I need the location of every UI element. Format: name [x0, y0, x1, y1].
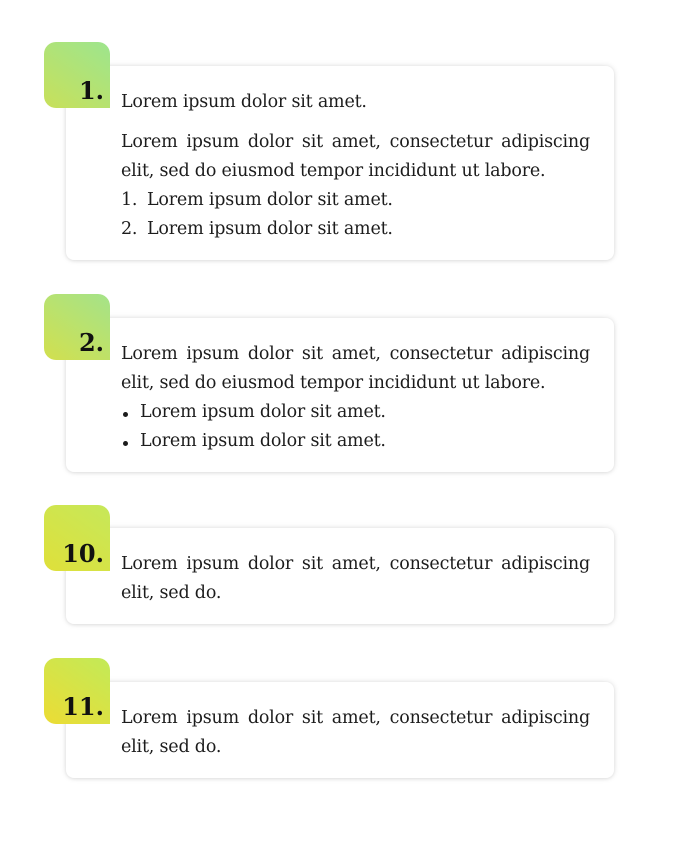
item-card: Lorem ipsum dolor sit amet, consectetur … — [66, 318, 614, 472]
item-number: 1. — [78, 76, 104, 105]
ordered-list-item: 2. Lorem ipsum dolor sit amet. — [121, 215, 590, 244]
ordered-list: 1. Lorem ipsum dolor sit amet. 2. Lorem … — [121, 186, 590, 244]
number-badge: 11. — [44, 658, 110, 724]
bullet-icon — [123, 412, 128, 417]
item-number: 10. — [62, 539, 104, 568]
item-paragraph: Lorem ipsum dolor sit amet, consectetur … — [121, 132, 590, 181]
bullet-list: Lorem ipsum dolor sit amet. Lorem ipsum … — [121, 398, 590, 456]
list-marker: 1. — [121, 190, 138, 210]
list-marker: 2. — [121, 219, 138, 239]
item-number: 2. — [78, 328, 104, 357]
item-card: Lorem ipsum dolor sit amet, consectetur … — [66, 528, 614, 624]
item-lead-text: Lorem ipsum dolor sit amet. — [121, 92, 367, 112]
number-badge: 1. — [44, 42, 110, 108]
item-card: Lorem ipsum dolor sit amet. Lorem ipsum … — [66, 66, 614, 260]
bullet-list-item: Lorem ipsum dolor sit amet. — [121, 427, 590, 456]
item-number: 11. — [62, 692, 104, 721]
list-item-text: Lorem ipsum dolor sit amet. — [147, 219, 393, 239]
item-paragraph: Lorem ipsum dolor sit amet, consectetur … — [121, 554, 590, 603]
bullet-icon — [123, 441, 128, 446]
list-item-text: Lorem ipsum dolor sit amet. — [140, 402, 386, 422]
item-paragraph: Lorem ipsum dolor sit amet, consectetur … — [121, 344, 590, 393]
number-badge: 10. — [44, 505, 110, 571]
list-item-text: Lorem ipsum dolor sit amet. — [147, 190, 393, 210]
item-card: Lorem ipsum dolor sit amet, consectetur … — [66, 682, 614, 778]
number-badge: 2. — [44, 294, 110, 360]
list-item-text: Lorem ipsum dolor sit amet. — [140, 431, 386, 451]
bullet-list-item: Lorem ipsum dolor sit amet. — [121, 398, 590, 427]
ordered-list-item: 1. Lorem ipsum dolor sit amet. — [121, 186, 590, 215]
item-paragraph: Lorem ipsum dolor sit amet, consectetur … — [121, 708, 590, 757]
